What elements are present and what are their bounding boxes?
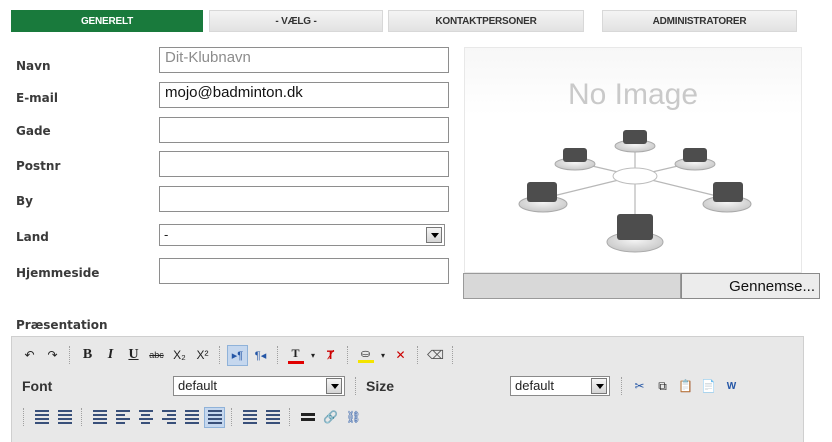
align-left-icon[interactable] bbox=[112, 407, 133, 428]
ordered-list-icon[interactable] bbox=[239, 407, 260, 428]
toolbar-row-2: ✂ ⧉ 📋 📄 W bbox=[616, 374, 743, 398]
undo-icon[interactable]: ↶ bbox=[19, 345, 40, 366]
remove-highlight-icon[interactable]: ✕ bbox=[390, 345, 411, 366]
font-select[interactable]: default bbox=[173, 376, 345, 396]
toolbar-separator bbox=[219, 346, 221, 364]
chevron-down-icon[interactable]: ▾ bbox=[308, 345, 318, 366]
ltr-icon[interactable]: ▸¶ bbox=[227, 344, 248, 366]
justify-full-icon[interactable] bbox=[204, 406, 225, 428]
align-center-icon[interactable] bbox=[135, 407, 156, 428]
indent-icon[interactable] bbox=[54, 407, 75, 428]
justify-icon[interactable] bbox=[181, 407, 202, 428]
email-label: E-mail bbox=[16, 91, 59, 105]
text-color-button[interactable]: T bbox=[285, 345, 306, 366]
tab-bar: GENERELT - VÆLG - KONTAKTPERSONER ADMINI… bbox=[11, 10, 797, 32]
rtl-icon[interactable]: ¶◂ bbox=[250, 345, 271, 366]
gade-label: Gade bbox=[16, 124, 51, 138]
chevron-down-icon[interactable] bbox=[426, 227, 442, 243]
postnr-field[interactable] bbox=[159, 151, 449, 177]
underline-button[interactable]: U bbox=[123, 345, 144, 366]
paint-bucket-icon: ⛀ bbox=[360, 348, 371, 360]
size-label: Size bbox=[366, 378, 395, 394]
toolbar-separator bbox=[355, 377, 357, 395]
land-label: Land bbox=[16, 230, 49, 244]
no-image-text: No Image bbox=[567, 78, 699, 111]
outdent-icon[interactable] bbox=[31, 407, 52, 428]
toolbar-separator bbox=[277, 346, 279, 364]
navn-field[interactable]: Dit-Klubnavn bbox=[159, 47, 449, 73]
file-path-field[interactable] bbox=[463, 273, 681, 299]
land-value: - bbox=[164, 227, 169, 242]
copy-icon[interactable]: ⧉ bbox=[652, 376, 673, 397]
unlink-icon[interactable]: ⛓ bbox=[343, 407, 364, 428]
email-field[interactable]: mojo@badminton.dk bbox=[159, 82, 449, 108]
toolbar-separator bbox=[81, 408, 83, 426]
postnr-label: Postnr bbox=[16, 159, 61, 173]
by-field[interactable] bbox=[159, 186, 449, 212]
subscript-button[interactable]: X₂ bbox=[169, 345, 190, 366]
presentation-label: Præsentation bbox=[16, 318, 108, 332]
toolbar-separator bbox=[289, 408, 291, 426]
bold-button[interactable]: B bbox=[77, 345, 98, 366]
strikethrough-button[interactable]: abc bbox=[146, 345, 167, 366]
superscript-button[interactable]: X² bbox=[192, 345, 213, 366]
gade-field[interactable] bbox=[159, 117, 449, 143]
paragraph-icon[interactable] bbox=[89, 407, 110, 428]
eraser-icon[interactable]: ⌫ bbox=[425, 345, 446, 366]
toolbar-separator bbox=[621, 377, 623, 395]
size-select[interactable]: default bbox=[510, 376, 610, 396]
tab-vaelg[interactable]: - VÆLG - bbox=[209, 10, 383, 32]
hjemmeside-label: Hjemmeside bbox=[16, 266, 100, 280]
toolbar-separator bbox=[69, 346, 71, 364]
horizontal-rule-icon[interactable] bbox=[297, 407, 318, 428]
navn-label: Navn bbox=[16, 59, 51, 73]
toolbar-separator bbox=[417, 346, 419, 364]
land-select[interactable]: - bbox=[159, 224, 445, 246]
chevron-down-icon[interactable] bbox=[326, 378, 342, 394]
toolbar-row-1: ↶ ↷ B I U abc X₂ X² ▸¶ ¶◂ T ▾ Ⱦ ⛀ ▾ ✕ ⌫ bbox=[18, 343, 459, 367]
hjemmeside-field[interactable] bbox=[159, 258, 449, 284]
cut-icon[interactable]: ✂ bbox=[629, 376, 650, 397]
align-right-icon[interactable] bbox=[158, 407, 179, 428]
color-bar bbox=[357, 360, 374, 363]
people-network-icon bbox=[518, 130, 752, 253]
tab-generelt[interactable]: GENERELT bbox=[11, 10, 203, 32]
redo-icon[interactable]: ↷ bbox=[42, 345, 63, 366]
chevron-down-icon[interactable]: ▾ bbox=[378, 345, 388, 366]
italic-button[interactable]: I bbox=[100, 345, 121, 366]
chevron-down-icon[interactable] bbox=[591, 378, 607, 394]
toolbar-separator bbox=[231, 408, 233, 426]
color-bar bbox=[287, 361, 304, 364]
paste-word-icon[interactable]: W bbox=[721, 376, 742, 397]
paste-icon[interactable]: 📋 bbox=[675, 376, 696, 397]
unordered-list-icon[interactable] bbox=[262, 407, 283, 428]
by-label: By bbox=[16, 194, 33, 208]
highlight-color-button[interactable]: ⛀ bbox=[355, 345, 376, 366]
toolbar-separator bbox=[347, 346, 349, 364]
link-icon[interactable]: 🔗 bbox=[320, 407, 341, 428]
text-color-glyph: T bbox=[291, 346, 300, 360]
club-image: No Image bbox=[464, 47, 802, 273]
tab-kontaktpersoner[interactable]: KONTAKTPERSONER bbox=[388, 10, 584, 32]
paste-text-icon[interactable]: 📄 bbox=[698, 376, 719, 397]
remove-format-icon[interactable]: Ⱦ bbox=[320, 345, 341, 366]
rich-text-editor: ↶ ↷ B I U abc X₂ X² ▸¶ ¶◂ T ▾ Ⱦ ⛀ ▾ ✕ ⌫ … bbox=[11, 336, 804, 442]
toolbar-separator bbox=[23, 408, 25, 426]
toolbar-row-3: 🔗 ⛓ bbox=[18, 405, 365, 429]
font-value: default bbox=[178, 378, 218, 393]
size-value: default bbox=[515, 378, 555, 393]
browse-button[interactable]: Gennemse... bbox=[681, 273, 820, 299]
tab-administratorer[interactable]: ADMINISTRATORER bbox=[602, 10, 797, 32]
font-label: Font bbox=[22, 378, 53, 394]
toolbar-separator bbox=[452, 346, 454, 364]
